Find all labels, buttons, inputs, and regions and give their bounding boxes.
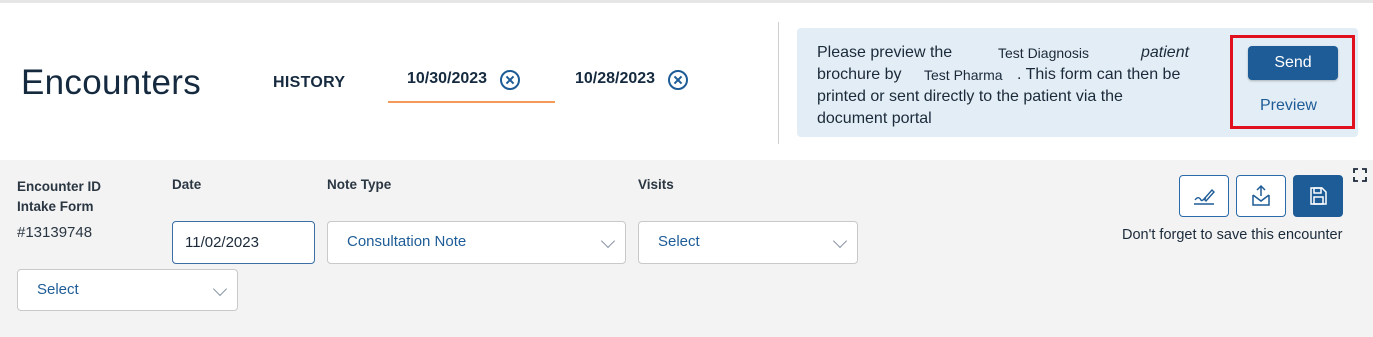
- date-input[interactable]: 11/02/2023: [172, 221, 315, 264]
- visits-select[interactable]: Select: [638, 221, 858, 264]
- date-label: Date: [172, 177, 202, 192]
- chevron-down-icon: [212, 281, 228, 297]
- notice-text-part: brochure by: [817, 66, 902, 83]
- preview-link[interactable]: Preview: [1260, 97, 1317, 115]
- envelope-export-icon: [1252, 184, 1270, 206]
- notice-text-part: printed or sent directly to the patient …: [817, 88, 1123, 105]
- visits-value: Select: [658, 233, 700, 250]
- extra-select[interactable]: Select: [17, 269, 238, 311]
- header-divider: [778, 22, 779, 144]
- note-type-value: Consultation Note: [347, 233, 467, 250]
- tab-history[interactable]: HISTORY: [273, 74, 345, 92]
- note-type-select[interactable]: Consultation Note: [327, 221, 626, 264]
- notice-text-part: . This form can then be: [1017, 66, 1181, 83]
- save-hint: Don't forget to save this encounter: [1122, 227, 1343, 243]
- encounter-id-label-text: Encounter ID: [17, 179, 102, 194]
- save-button[interactable]: [1293, 175, 1343, 217]
- export-button[interactable]: [1236, 175, 1286, 217]
- diagnosis-name: Test Diagnosis: [998, 45, 1090, 61]
- encounter-id-label: Encounter ID Intake Form: [17, 177, 101, 217]
- tab-label: 10/28/2023: [575, 70, 656, 87]
- encounter-number: #13139748: [17, 224, 93, 241]
- chevron-down-icon: [832, 233, 848, 249]
- notice-text-part: patient: [1141, 44, 1190, 61]
- extra-select-value: Select: [37, 281, 79, 298]
- chevron-down-icon: [600, 233, 616, 249]
- notice-text-part: Please preview the: [817, 44, 953, 61]
- encounter-form: Encounter ID Intake Form #13139748 Date …: [0, 160, 1373, 337]
- encounters-header: Encounters HISTORY 10/30/2023 10/28/2023…: [0, 3, 1373, 160]
- close-tab-icon[interactable]: [668, 70, 689, 90]
- tab-encounter-10-30-2023[interactable]: 10/30/2023: [388, 65, 555, 103]
- notice-text-part: document portal: [817, 110, 932, 127]
- sign-button[interactable]: [1179, 175, 1229, 217]
- note-type-label: Note Type: [327, 177, 392, 192]
- page-title: Encounters: [21, 63, 202, 102]
- tab-encounter-10-28-2023[interactable]: 10/28/2023: [575, 65, 689, 103]
- pharma-name: Test Pharma: [924, 67, 1003, 83]
- intake-form-label: Intake Form: [17, 199, 94, 214]
- send-button[interactable]: Send: [1248, 46, 1338, 80]
- save-icon: [1310, 187, 1327, 205]
- visits-label: Visits: [638, 177, 674, 192]
- signature-icon: [1194, 188, 1215, 205]
- expand-icon[interactable]: [1353, 168, 1367, 182]
- close-tab-icon[interactable]: [500, 70, 521, 90]
- tab-label: 10/30/2023: [407, 70, 488, 87]
